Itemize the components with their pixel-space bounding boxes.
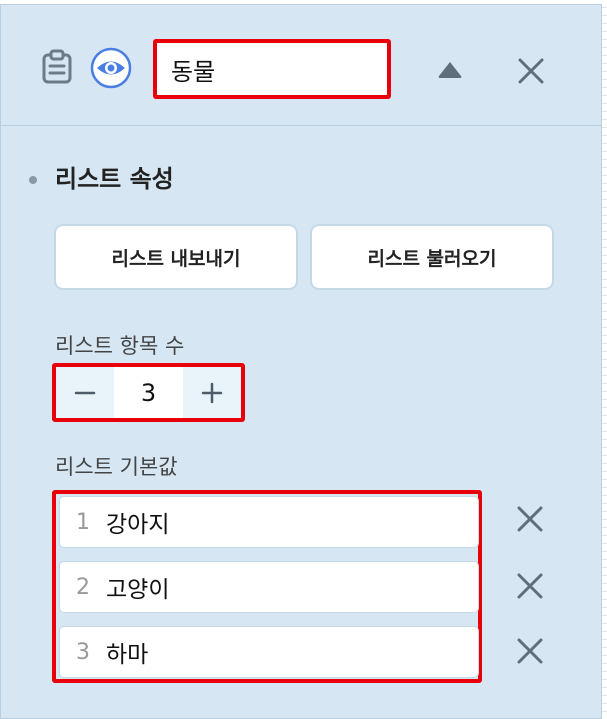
remove-item-1-close-icon[interactable] — [515, 504, 545, 534]
list-item-3[interactable]: 3 하마 — [59, 626, 479, 678]
item-value: 하마 — [106, 642, 149, 668]
list-name-input[interactable]: 동물 — [153, 39, 391, 99]
remove-item-3-close-icon[interactable] — [515, 636, 545, 666]
default-values-label: 리스트 기본값 — [55, 455, 178, 479]
list-item-2[interactable]: 2 고양이 — [59, 561, 479, 613]
item-index: 2 — [76, 574, 90, 600]
clipboard-icon[interactable] — [39, 49, 75, 85]
item-count-stepper: 3 — [52, 363, 245, 422]
decrement-button[interactable] — [56, 367, 114, 418]
list-item-1[interactable]: 1 강아지 — [59, 496, 479, 548]
minus-icon — [74, 391, 96, 394]
increment-button[interactable] — [183, 367, 241, 418]
section-title: 리스트 속성 — [55, 165, 174, 193]
eye-icon[interactable] — [90, 47, 132, 89]
plus-icon — [201, 382, 223, 403]
remove-item-2-close-icon[interactable] — [515, 571, 545, 601]
section-bullet — [29, 176, 37, 184]
item-index: 1 — [76, 509, 90, 535]
item-count-value[interactable]: 3 — [114, 367, 183, 418]
collapse-up-icon[interactable] — [435, 55, 465, 85]
item-count-label: 리스트 항목 수 — [55, 334, 185, 358]
item-index: 3 — [76, 639, 90, 665]
default-values-list: 1 강아지 2 고양이 3 하마 — [52, 490, 482, 683]
export-list-button[interactable]: 리스트 내보내기 — [54, 224, 298, 290]
list-name-value: 동물 — [171, 57, 216, 86]
item-value: 강아지 — [106, 512, 170, 538]
item-value: 고양이 — [106, 577, 170, 603]
panel-header: 동물 — [1, 5, 601, 126]
close-icon[interactable] — [516, 56, 546, 86]
import-list-button[interactable]: 리스트 불러오기 — [310, 224, 554, 290]
list-property-panel: 동물 리스트 속성 리스트 내보내기 리스트 불러오기 리스트 항목 수 3 리… — [0, 4, 602, 719]
right-edge-strip — [602, 0, 607, 719]
